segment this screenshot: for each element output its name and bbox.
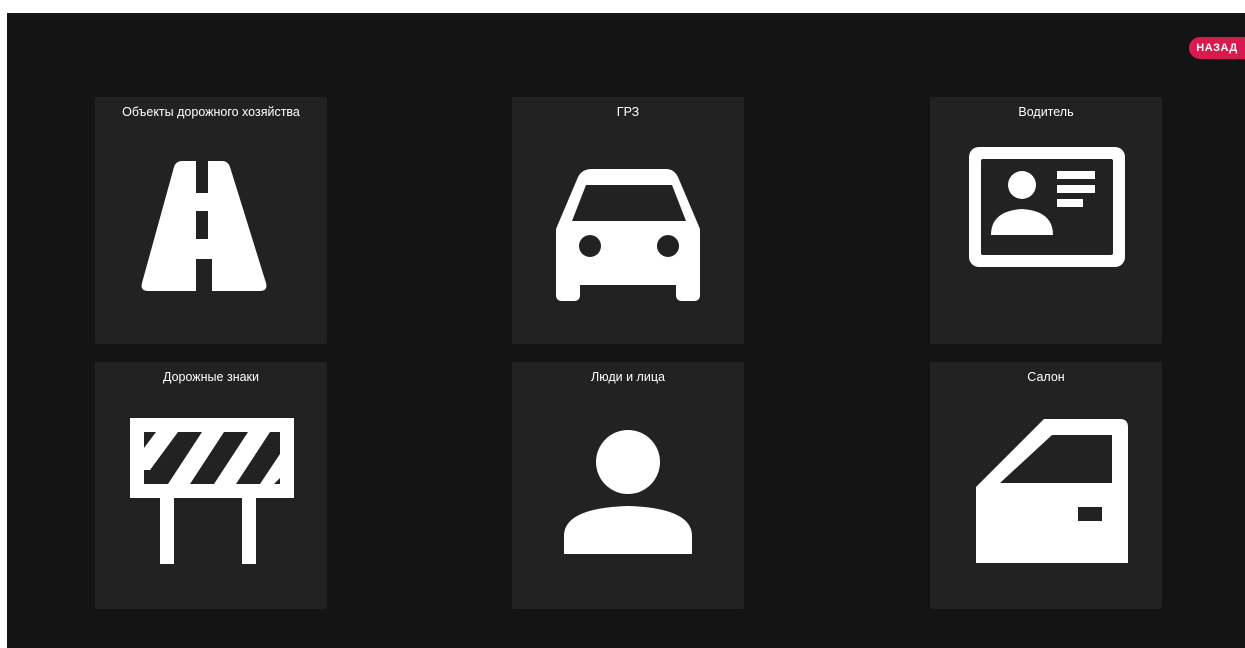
tile-label: ГРЗ (616, 105, 640, 119)
tile-driver[interactable]: Водитель (930, 97, 1162, 344)
tile-label: Люди и лица (591, 370, 665, 384)
road-icon (141, 161, 267, 291)
tile-license-plate[interactable]: ГРЗ (512, 97, 744, 344)
tile-salon[interactable]: Салон (930, 362, 1162, 609)
tile-label: Дорожные знаки (162, 370, 260, 384)
person-icon (564, 430, 692, 554)
tile-label: Объекты дорожного хозяйства (122, 105, 300, 119)
main-screen: НАЗАД Объекты дорожного хозяйства ГРЗ Во… (7, 13, 1245, 648)
tile-label: Салон (1027, 370, 1065, 384)
tile-label: Водитель (1018, 105, 1074, 119)
back-button[interactable]: НАЗАД (1189, 37, 1245, 59)
road-barrier-icon (130, 418, 294, 564)
driver-license-icon (969, 147, 1125, 267)
tile-people-faces[interactable]: Люди и лица (512, 362, 744, 609)
tile-road-objects[interactable]: Объекты дорожного хозяйства (95, 97, 327, 344)
car-icon (556, 169, 700, 301)
tile-road-signs[interactable]: Дорожные знаки (95, 362, 327, 609)
car-door-icon (976, 419, 1128, 563)
